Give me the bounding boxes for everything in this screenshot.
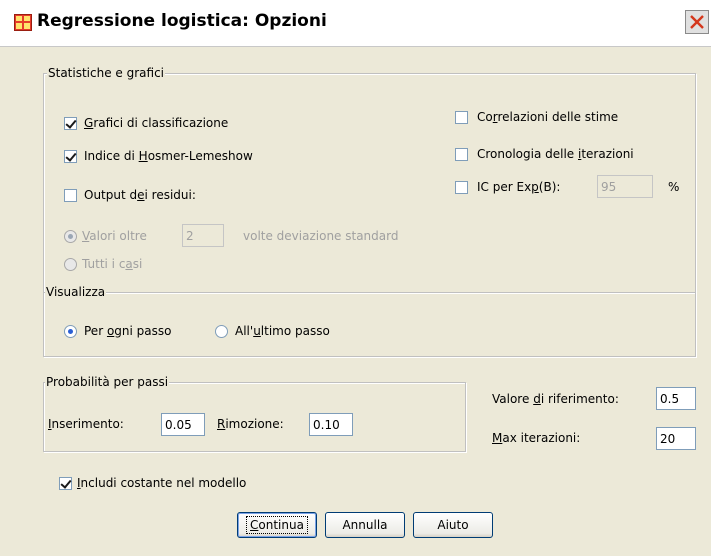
max-iterations-label: Max iterazioni:	[492, 431, 581, 445]
close-button[interactable]	[685, 10, 709, 34]
entry-label: Inserimento:	[48, 417, 124, 431]
continue-button[interactable]: Continua	[237, 512, 317, 538]
statistics-plots-legend: Statistiche e grafici	[47, 66, 165, 80]
residuals-output-checkbox[interactable]	[64, 189, 77, 202]
max-iterations-field[interactable]: 20	[656, 427, 696, 450]
outliers-sd-suffix: volte deviazione standard	[243, 229, 399, 243]
entry-field[interactable]: 0.05	[161, 413, 205, 436]
correlations-label: Correlazioni delle stime	[477, 110, 619, 124]
window-title: Regressione logistica: Opzioni	[37, 11, 327, 31]
ci-exp-unit: %	[668, 180, 680, 194]
classification-plots-checkbox[interactable]	[64, 117, 77, 130]
iteration-history-checkbox[interactable]	[455, 148, 468, 161]
classification-plots-label: Grafici di classificazione	[84, 116, 229, 130]
title-bar: Regressione logistica: Opzioni	[0, 0, 711, 47]
hosmer-lemeshow-label: Indice di Hosmer-Lemeshow	[84, 149, 253, 163]
last-step-radio[interactable]	[215, 325, 228, 338]
all-cases-label: Tutti i casi	[82, 257, 143, 271]
removal-label: Rimozione:	[217, 417, 284, 431]
hosmer-lemeshow-checkbox[interactable]	[64, 150, 77, 163]
iteration-history-label: Cronologia delle iterazioni	[477, 147, 634, 161]
display-legend: Visualizza	[45, 285, 107, 299]
close-icon	[690, 15, 704, 29]
include-constant-checkbox[interactable]	[59, 477, 72, 490]
removal-field[interactable]: 0.10	[309, 413, 353, 436]
outliers-label: Valori oltre	[82, 229, 147, 243]
cancel-button[interactable]: Annulla	[325, 512, 405, 538]
last-step-label: All'ultimo passo	[235, 324, 330, 338]
dialog-window: Regressione logistica: Opzioni Statistic…	[0, 0, 711, 556]
ci-exp-field[interactable]: 95	[597, 175, 653, 198]
help-button[interactable]: Aiuto	[413, 512, 493, 538]
correlations-checkbox[interactable]	[455, 111, 468, 124]
classification-cutoff-field[interactable]: 0.5	[656, 387, 696, 410]
dialog-body: Statistiche e grafici Grafici di classif…	[0, 47, 711, 556]
ci-exp-checkbox[interactable]	[455, 181, 468, 194]
include-constant-label: Includi costante nel modello	[77, 476, 247, 490]
outliers-sd-field[interactable]: 2	[182, 224, 224, 247]
ci-exp-label: IC per Exp(B):	[477, 180, 561, 194]
app-table-icon	[14, 14, 32, 31]
residuals-output-label: Output dei residui:	[84, 188, 196, 202]
outliers-radio[interactable]	[64, 230, 77, 243]
all-cases-radio[interactable]	[64, 258, 77, 271]
classification-cutoff-label: Valore di riferimento:	[492, 392, 619, 406]
stepwise-probability-legend: Probabilità per passi	[45, 375, 170, 389]
each-step-label: Per ogni passo	[84, 324, 172, 338]
each-step-radio[interactable]	[64, 325, 77, 338]
